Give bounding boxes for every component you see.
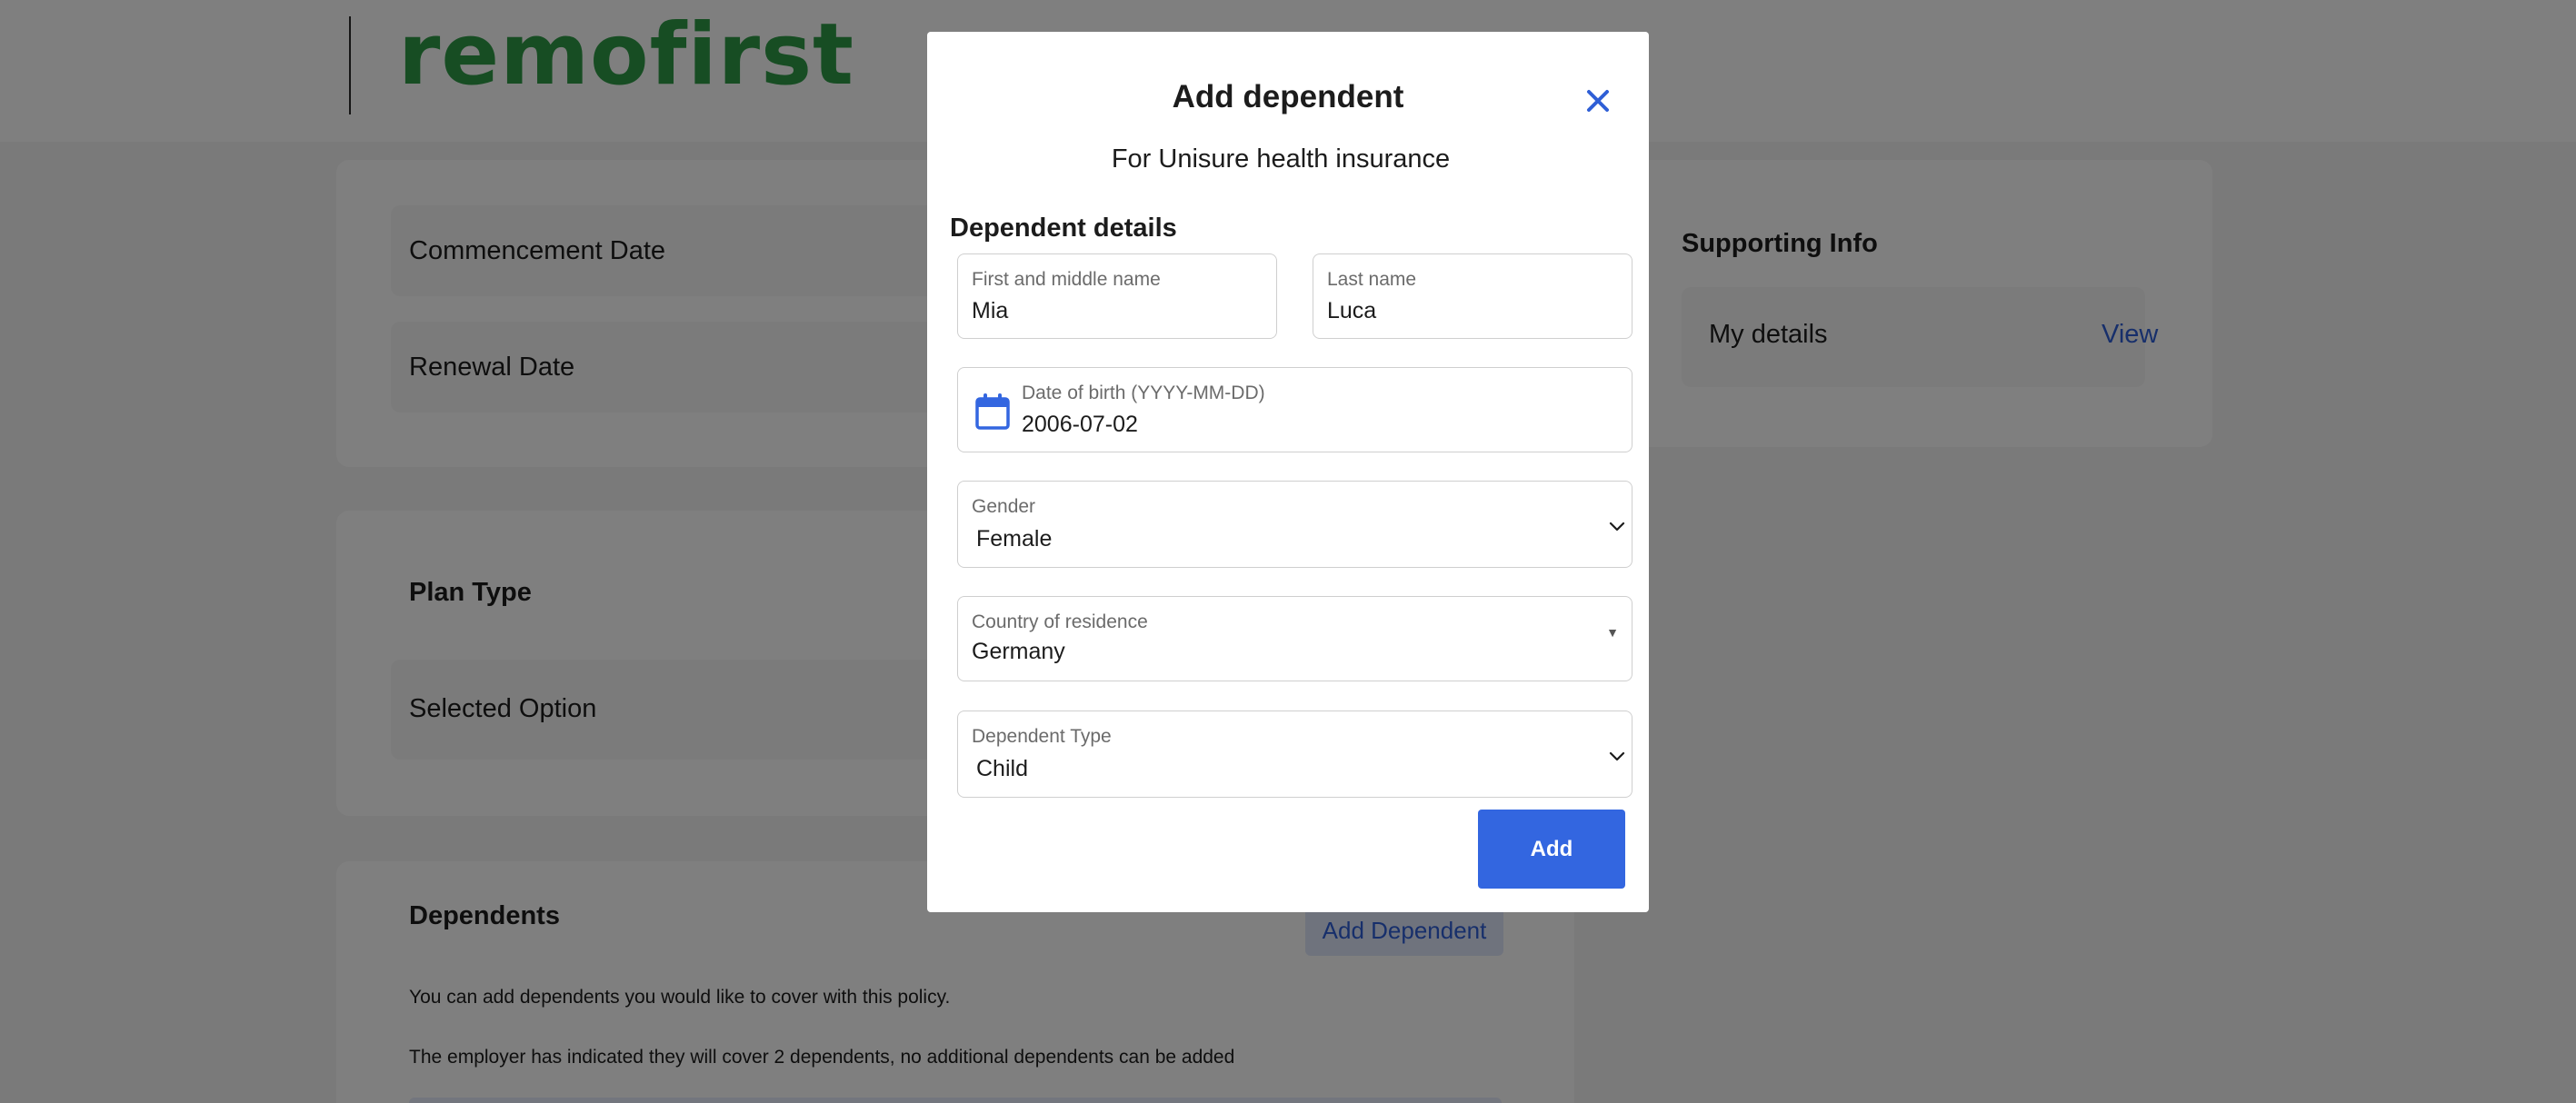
first-name-value[interactable]: Mia [972,298,1008,324]
dependent-type-select[interactable]: Dependent Type Child [957,710,1632,798]
add-button[interactable]: Add [1478,810,1625,889]
close-icon[interactable] [1580,83,1616,119]
dependent-details-heading: Dependent details [950,214,1177,243]
first-name-field[interactable]: First and middle name Mia [957,253,1277,339]
country-value: Germany [972,639,1065,664]
gender-value: Female [976,526,1053,552]
last-name-field[interactable]: Last name Luca [1313,253,1632,339]
country-select[interactable]: Country of residence Germany ▼ [957,596,1632,681]
country-label: Country of residence [972,611,1148,632]
dependent-type-value: Child [976,756,1028,781]
last-name-value[interactable]: Luca [1327,298,1376,324]
dob-field[interactable]: Date of birth (YYYY-MM-DD) 2006-07-02 [957,367,1632,452]
chevron-down-icon[interactable] [1606,745,1628,767]
last-name-label: Last name [1327,269,1417,290]
dob-value[interactable]: 2006-07-02 [1022,412,1138,438]
caret-down-icon[interactable]: ▼ [1606,625,1619,640]
modal-title: Add dependent [1172,79,1404,114]
modal-subtitle: For Unisure health insurance [1111,144,1451,174]
add-dependent-modal: Add dependent For Unisure health insuran… [927,32,1649,912]
dependent-type-label: Dependent Type [972,726,1112,747]
gender-select[interactable]: Gender Female [957,481,1632,568]
gender-label: Gender [972,496,1036,517]
calendar-icon[interactable] [974,392,1011,432]
dob-label: Date of birth (YYYY-MM-DD) [1022,383,1265,403]
chevron-down-icon[interactable] [1606,515,1628,537]
first-name-label: First and middle name [972,269,1161,290]
